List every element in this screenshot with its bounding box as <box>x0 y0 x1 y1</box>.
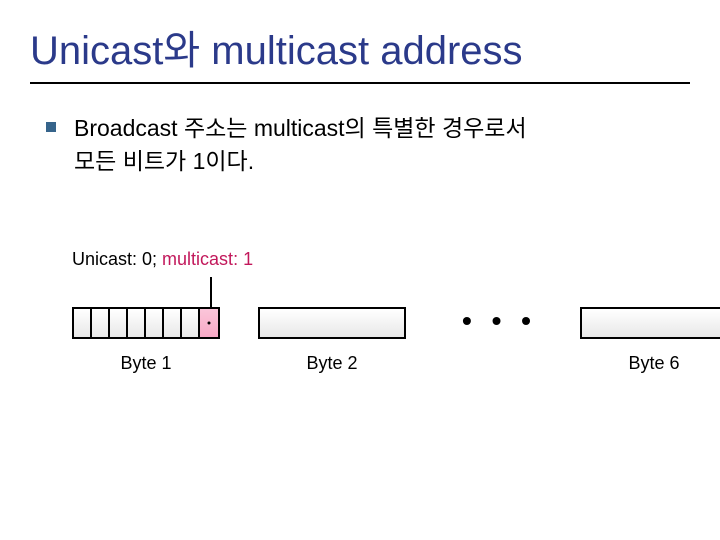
bit-cell <box>146 309 164 337</box>
slide-title: Unicast와 multicast address <box>30 18 690 76</box>
pointer-line <box>210 277 212 307</box>
byte-1-box <box>72 307 220 339</box>
byte-2-caption: Byte 2 <box>258 353 406 374</box>
ellipsis: • • • <box>462 305 537 337</box>
bit-cell <box>164 309 182 337</box>
byte-2-box <box>258 307 406 339</box>
byte-2-group: Byte 2 <box>258 307 406 374</box>
multicast-label-text: multicast: 1 <box>162 249 253 269</box>
title-underline <box>30 82 690 84</box>
bullet-icon <box>46 122 56 132</box>
bullet-line-2: 모든 비트가 1이다. <box>74 148 254 174</box>
address-diagram: Unicast: 0; multicast: 1 Byte 1 Byte 2 •… <box>40 249 720 409</box>
byte-1-group: Byte 1 <box>72 307 220 374</box>
bit-cell <box>110 309 128 337</box>
byte-6-caption: Byte 6 <box>580 353 720 374</box>
bit-cell <box>74 309 92 337</box>
bit-cell <box>92 309 110 337</box>
bit-meaning-label: Unicast: 0; multicast: 1 <box>72 249 253 270</box>
bullet-text: Broadcast 주소는 multicast의 특별한 경우로서 모든 비트가… <box>74 112 527 179</box>
unicast-label-text: Unicast: 0; <box>72 249 162 269</box>
bit-cell <box>128 309 146 337</box>
multicast-bit-cell <box>200 309 218 337</box>
bit-cell <box>182 309 200 337</box>
byte-6-box <box>580 307 720 339</box>
byte-1-caption: Byte 1 <box>72 353 220 374</box>
bullet-item: Broadcast 주소는 multicast의 특별한 경우로서 모든 비트가… <box>46 112 690 179</box>
slide: Unicast와 multicast address Broadcast 주소는… <box>0 0 720 540</box>
bullet-line-1: Broadcast 주소는 multicast의 특별한 경우로서 <box>74 115 527 141</box>
byte-6-group: Byte 6 <box>580 307 720 374</box>
